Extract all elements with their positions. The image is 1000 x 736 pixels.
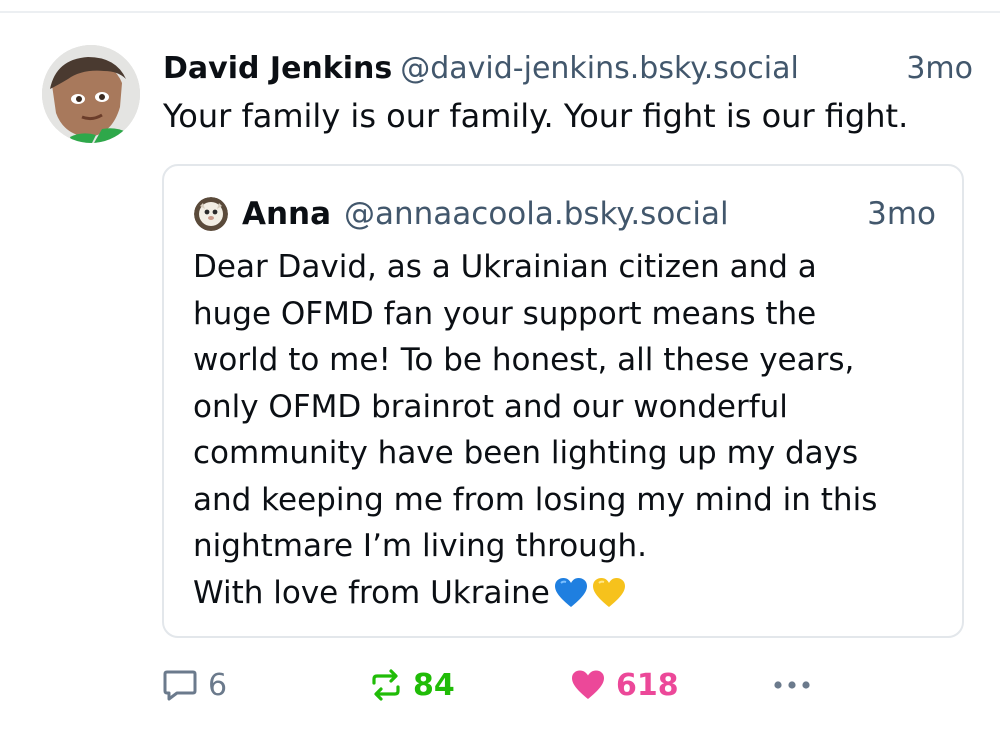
reply-button[interactable]: 6 [162, 663, 227, 707]
heart-icon [570, 669, 606, 701]
post-actions: 6 84 618 [162, 663, 822, 707]
quoted-author-avatar[interactable] [194, 197, 228, 231]
post-text: Your family is our family. Your fight is… [163, 97, 909, 135]
yellow-heart-emoji [592, 576, 626, 623]
quoted-author-handle[interactable]: @annaacoola.bsky.social [344, 194, 729, 234]
like-button[interactable]: 618 [570, 663, 679, 707]
like-count: 618 [616, 667, 679, 703]
author-handle[interactable]: @david-jenkins.bsky.social [400, 51, 799, 86]
post[interactable]: David Jenkins @david-jenkins.bsky.social … [0, 13, 1000, 736]
blue-heart-emoji [554, 576, 588, 623]
more-options-button[interactable] [772, 663, 812, 707]
quoted-post[interactable]: Anna @annaacoola.bsky.social 3mo Dear Da… [162, 164, 964, 638]
quoted-post-timestamp[interactable]: 3mo [867, 194, 936, 234]
quoted-author-name[interactable]: Anna [242, 194, 331, 234]
repost-count: 84 [413, 667, 455, 703]
quoted-post-text: Dear David, as a Ukrainian citizen and a… [193, 244, 933, 622]
post-timestamp[interactable]: 3mo [906, 49, 973, 89]
quoted-post-header: Anna @annaacoola.bsky.social 3mo [194, 194, 936, 234]
quoted-post-body: Dear David, as a Ukrainian citizen and a… [193, 249, 878, 611]
more-options-icon [772, 679, 812, 691]
repost-button[interactable]: 84 [369, 663, 455, 707]
reply-count: 6 [208, 667, 228, 703]
reply-icon [162, 668, 198, 702]
author-name[interactable]: David Jenkins [163, 51, 392, 86]
author-avatar[interactable] [42, 45, 140, 143]
repost-icon [369, 668, 403, 702]
post-header: David Jenkins @david-jenkins.bsky.social … [163, 49, 973, 89]
